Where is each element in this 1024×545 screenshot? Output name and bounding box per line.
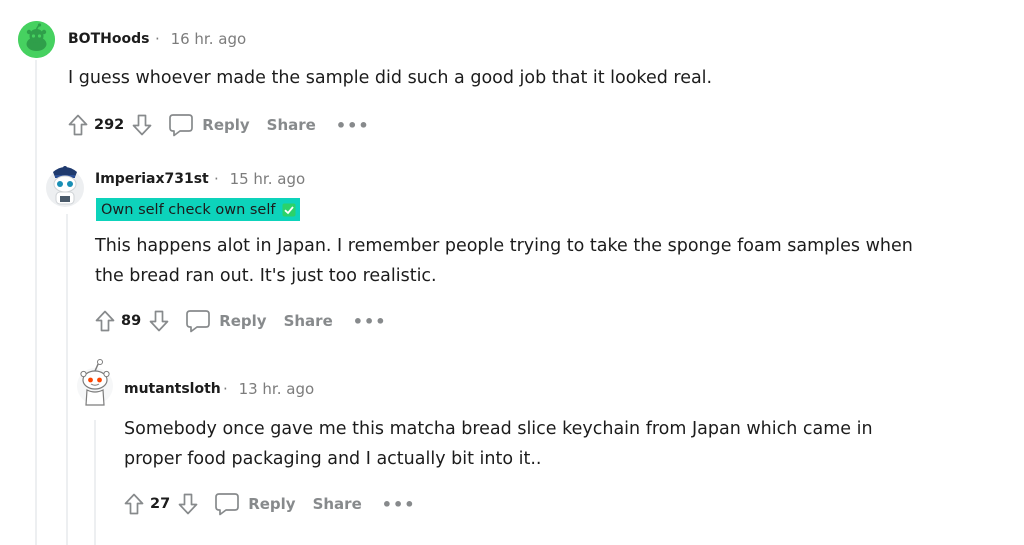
upvote-button[interactable] [122,491,146,517]
upvote-icon [124,493,144,515]
comment-body: Somebody once gave me this matcha bread … [124,414,1004,474]
meta-separator: · [155,30,160,48]
reply-label: Reply [219,312,267,330]
timestamp-text: 16 hr. ago [170,30,247,48]
comment-actions: 89 Reply Share ••• [93,306,386,336]
snoo-avatar-icon [77,359,113,406]
comment-body: I guess whoever made the sample did such… [68,63,968,93]
snoo-avatar-icon [46,166,84,207]
comment-body-line: Somebody once gave me this matcha bread … [124,419,873,439]
share-label: Share [266,116,316,134]
downvote-icon [149,310,169,332]
flair-text: Own self check own self [101,201,276,218]
reply-label: Reply [202,116,250,134]
reply-button[interactable]: Reply [185,309,267,333]
vote-score: 89 [121,313,142,329]
downvote-button[interactable] [147,308,171,334]
reply-label: Reply [248,495,296,513]
downvote-icon [178,493,198,515]
comment-author[interactable]: Imperiax731st [95,171,209,187]
comment-body-line: This happens alot in Japan. I remember p… [95,236,913,256]
snoo-avatar-icon [18,21,55,58]
thread-line-level-2[interactable] [66,214,68,545]
comment-actions: 27 Reply Share ••• [122,489,415,519]
downvote-button[interactable] [130,112,154,138]
meta-separator: · [223,380,228,398]
downvote-icon [132,114,152,136]
comment-icon [169,114,194,137]
comment-body-line: the bread ran out. It's just too realist… [95,266,437,286]
comment-actions: 292 Reply Share ••• [66,110,370,140]
timestamp-text: 13 hr. ago [238,380,315,398]
downvote-button[interactable] [176,491,200,517]
more-options-button[interactable]: ••• [336,116,370,135]
more-options-button[interactable]: ••• [353,312,387,331]
comment-timestamp[interactable]: · 15 hr. ago [214,170,305,188]
comment-body: This happens alot in Japan. I remember p… [95,231,995,291]
comment-body-line: I guess whoever made the sample did such… [68,68,713,88]
upvote-button[interactable] [93,308,117,334]
vote-score: 292 [94,117,125,133]
more-options-button[interactable]: ••• [382,495,416,514]
reply-button[interactable]: Reply [214,492,296,516]
thread-line-level-3[interactable] [94,420,96,545]
share-button[interactable]: Share [284,312,333,330]
comment-author[interactable]: mutantsloth [124,381,221,397]
upvote-button[interactable] [66,112,90,138]
avatar[interactable] [45,160,85,212]
timestamp-text: 15 hr. ago [229,170,306,188]
more-icon: ••• [352,311,387,331]
avatar[interactable] [76,357,114,409]
comment-icon [186,310,211,333]
share-label: Share [283,312,333,330]
avatar[interactable] [18,21,55,58]
share-button[interactable]: Share [313,495,362,513]
comment-icon [215,493,240,516]
share-button[interactable]: Share [267,116,316,134]
check-icon [282,203,296,217]
user-flair[interactable]: Own self check own self [96,198,300,221]
share-label: Share [312,495,362,513]
reply-button[interactable]: Reply [168,113,250,137]
comment-body-line: proper food packaging and I actually bit… [124,449,542,469]
comment-author[interactable]: BOTHoods [68,31,149,47]
vote-score: 27 [150,496,171,512]
thread-line-level-1[interactable] [35,60,37,545]
comment-timestamp[interactable]: · 13 hr. ago [223,380,314,398]
more-icon: ••• [381,494,416,514]
meta-separator: · [214,170,219,188]
upvote-icon [95,310,115,332]
comment-timestamp[interactable]: · 16 hr. ago [155,30,246,48]
upvote-icon [68,114,88,136]
more-icon: ••• [335,115,370,135]
